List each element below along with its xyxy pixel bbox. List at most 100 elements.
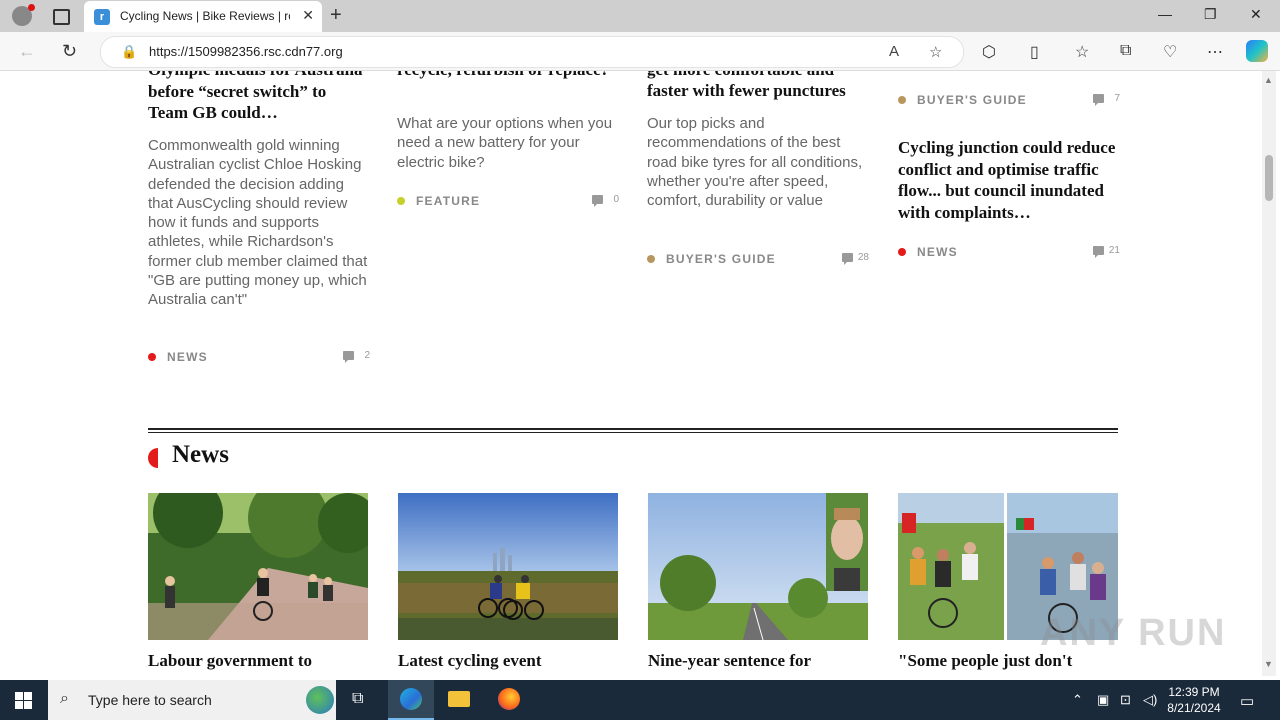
news-headline[interactable]: Latest cycling event bbox=[398, 651, 620, 671]
page-scrollbar[interactable]: ▲ ▼ bbox=[1262, 71, 1276, 676]
taskbar-search-box[interactable]: ⌕ Type here to search bbox=[48, 680, 336, 720]
news-thumbnail-park-cyclists[interactable] bbox=[148, 493, 368, 640]
category-dot bbox=[898, 248, 906, 256]
task-view-icon: ⧉ bbox=[352, 690, 364, 707]
article-excerpt: What are your options when you need a ne… bbox=[397, 115, 613, 171]
article-headline[interactable]: Cycling junction could reduce conflict a… bbox=[898, 137, 1120, 223]
favorites-icon[interactable]: ☆ bbox=[1075, 42, 1089, 62]
more-menu-icon[interactable]: ⋯ bbox=[1207, 42, 1223, 62]
taskbar-clock[interactable]: 12:39 PM 8/21/2024 bbox=[1160, 684, 1228, 716]
tray-chevron-icon[interactable]: ⌃ bbox=[1072, 692, 1083, 708]
news-headline[interactable]: Labour government to bbox=[148, 651, 370, 671]
article-meta: FEATURE 0 bbox=[397, 194, 619, 208]
category-label[interactable]: BUYER'S GUIDE bbox=[917, 93, 1027, 107]
volume-icon[interactable]: ◁) bbox=[1143, 692, 1157, 708]
category-label[interactable]: NEWS bbox=[167, 350, 208, 364]
comment-icon bbox=[842, 253, 853, 265]
anyrun-watermark: ANY RUN bbox=[1040, 612, 1227, 654]
address-bar[interactable]: 🔒 https://1509982356.rsc.cdn77.org A ☆ bbox=[100, 36, 964, 68]
search-icon: ⌕ bbox=[60, 690, 69, 707]
address-toolbar: ← ↻ 🔒 https://1509982356.rsc.cdn77.org A… bbox=[0, 32, 1280, 71]
comment-count[interactable]: 7 bbox=[1114, 93, 1120, 104]
category-label[interactable]: BUYER'S GUIDE bbox=[666, 252, 776, 266]
tab-actions-icon[interactable] bbox=[53, 9, 70, 25]
notifications-icon[interactable]: ▭ bbox=[1240, 692, 1254, 710]
article-excerpt: Commonwealth gold winning Australian cyc… bbox=[148, 137, 368, 309]
copilot-icon[interactable] bbox=[1246, 40, 1268, 62]
back-icon[interactable]: ← bbox=[18, 41, 36, 62]
new-tab-button[interactable]: + bbox=[330, 4, 342, 27]
notification-dot bbox=[28, 4, 35, 11]
category-label[interactable]: FEATURE bbox=[416, 194, 480, 208]
article-headline[interactable]: Olympic medals for Australia before “sec… bbox=[148, 71, 370, 124]
collections-icon[interactable]: ⧉ bbox=[1120, 42, 1131, 60]
favorite-star-icon[interactable]: ☆ bbox=[929, 43, 942, 61]
article-card[interactable]: Ebike battery dead: repair, recycle, ref… bbox=[397, 71, 619, 80]
category-label[interactable]: NEWS bbox=[917, 245, 958, 259]
tab-active[interactable]: r Cycling News | Bike Reviews | road.cc … bbox=[84, 1, 322, 32]
scroll-down-icon[interactable]: ▼ bbox=[1264, 659, 1273, 669]
news-thumbnail-riders-skyline[interactable] bbox=[398, 493, 618, 640]
folder-icon bbox=[448, 691, 470, 707]
url-text[interactable]: https://1509982356.rsc.cdn77.org bbox=[149, 44, 343, 59]
tab-strip: r Cycling News | Bike Reviews | road.cc … bbox=[0, 0, 1280, 32]
taskbar-file-explorer[interactable] bbox=[436, 680, 482, 720]
lock-icon[interactable]: 🔒 bbox=[121, 44, 137, 60]
comment-icon bbox=[1093, 246, 1104, 258]
article-excerpt-block: Our top picks and recommendations of the… bbox=[647, 114, 869, 210]
comment-icon bbox=[343, 351, 354, 363]
news-thumbnail-country-road[interactable] bbox=[648, 493, 868, 640]
clock-date: 8/21/2024 bbox=[1167, 701, 1221, 715]
article-meta: BUYER'S GUIDE 28 bbox=[647, 252, 869, 266]
article-meta: BUYER'S GUIDE 7 bbox=[898, 93, 1120, 107]
tab-title: Cycling News | Bike Reviews | road.cc bbox=[120, 9, 290, 23]
category-dot bbox=[397, 197, 405, 205]
category-dot bbox=[898, 96, 906, 104]
comment-icon bbox=[1093, 94, 1104, 106]
comment-count[interactable]: 28 bbox=[858, 252, 869, 263]
scroll-thumb[interactable] bbox=[1265, 155, 1273, 201]
article-card[interactable]: Cycling junction could reduce conflict a… bbox=[898, 137, 1120, 223]
network-icon[interactable]: ⊡ bbox=[1120, 692, 1131, 708]
article-meta: NEWS 2 bbox=[148, 350, 370, 364]
maximize-button[interactable]: ❐ bbox=[1204, 6, 1217, 23]
close-tab-icon[interactable]: ✕ bbox=[302, 7, 314, 24]
close-window-button[interactable]: ✕ bbox=[1250, 6, 1262, 23]
minimize-button[interactable]: — bbox=[1158, 6, 1172, 22]
firefox-icon bbox=[498, 688, 520, 710]
edge-icon bbox=[400, 688, 422, 710]
article-headline[interactable]: Ebike battery dead: repair, recycle, ref… bbox=[397, 71, 619, 80]
article-excerpt: Our top picks and recommendations of the… bbox=[647, 115, 863, 210]
comment-count[interactable]: 0 bbox=[613, 194, 619, 205]
search-placeholder[interactable]: Type here to search bbox=[88, 692, 212, 708]
article-meta: NEWS 21 bbox=[898, 245, 1120, 259]
section-divider-thin bbox=[148, 432, 1118, 433]
section-title[interactable]: News bbox=[172, 441, 229, 469]
category-dot bbox=[647, 255, 655, 263]
read-aloud-icon[interactable]: A bbox=[889, 43, 899, 60]
comment-count[interactable]: 2 bbox=[364, 350, 370, 361]
taskbar-edge[interactable] bbox=[388, 680, 434, 720]
clock-time: 12:39 PM bbox=[1168, 685, 1220, 699]
windows-start-icon[interactable] bbox=[15, 692, 32, 709]
article-excerpt-block: Commonwealth gold winning Australian cyc… bbox=[148, 136, 370, 310]
scroll-up-icon[interactable]: ▲ bbox=[1264, 75, 1273, 85]
refresh-icon[interactable]: ↻ bbox=[62, 41, 77, 62]
split-screen-icon[interactable]: ▯ bbox=[1030, 42, 1039, 62]
comment-count[interactable]: 21 bbox=[1109, 245, 1120, 256]
taskbar: ⌕ Type here to search ⧉ ⌃ ▣ ⊡ ◁) 12:39 P… bbox=[0, 680, 1280, 720]
taskbar-firefox[interactable] bbox=[486, 680, 532, 720]
extensions-icon[interactable]: ⬡ bbox=[982, 42, 996, 62]
article-headline[interactable]: Best road bike tyres 2024 — get more com… bbox=[647, 71, 869, 102]
news-headline[interactable]: Nine-year sentence for bbox=[648, 651, 870, 671]
search-highlight-icon bbox=[306, 686, 334, 714]
comment-icon bbox=[592, 195, 603, 207]
task-view-button[interactable]: ⧉ bbox=[338, 680, 384, 720]
tray-device-icon[interactable]: ▣ bbox=[1097, 692, 1109, 708]
browser-essentials-icon[interactable]: ♡ bbox=[1163, 42, 1177, 62]
web-page: Olympic medals for Australia before “sec… bbox=[4, 71, 1262, 676]
article-card[interactable]: Best road bike tyres 2024 — get more com… bbox=[647, 71, 869, 102]
section-divider bbox=[148, 428, 1118, 430]
article-excerpt-block: What are your options when you need a ne… bbox=[397, 114, 619, 172]
section-marker-icon bbox=[148, 448, 158, 468]
